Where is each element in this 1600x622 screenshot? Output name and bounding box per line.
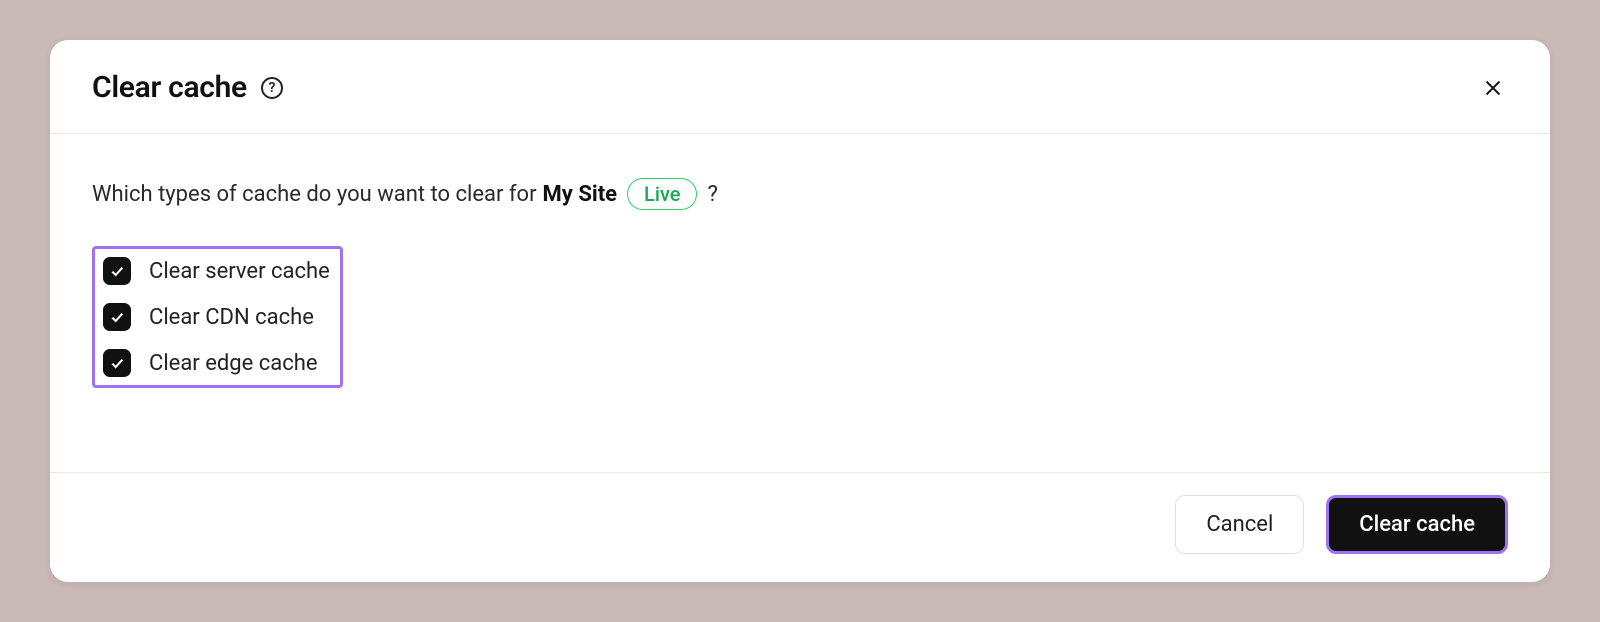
check-icon [109,355,125,371]
site-name: My Site [543,182,618,207]
checkbox-icon [103,257,131,285]
dialog-footer: Cancel Clear cache [50,472,1550,582]
option-clear-server-cache[interactable]: Clear server cache [103,257,330,285]
help-icon[interactable]: ? [261,77,283,99]
prompt-suffix: ? [707,182,717,207]
checkbox-icon [103,303,131,331]
clear-cache-dialog: Clear cache ? Which types of cache do yo… [50,40,1550,582]
dialog-body: Which types of cache do you want to clea… [50,134,1550,472]
dialog-header: Clear cache ? [50,40,1550,134]
cancel-button[interactable]: Cancel [1175,495,1304,554]
clear-cache-button[interactable]: Clear cache [1326,495,1508,554]
title-wrap: Clear cache ? [92,70,283,105]
option-label: Clear edge cache [149,351,318,376]
checkbox-icon [103,349,131,377]
option-label: Clear server cache [149,259,330,284]
check-icon [109,309,125,325]
prompt-prefix: Which types of cache do you want to clea… [92,182,537,207]
close-button[interactable] [1478,73,1508,103]
option-clear-cdn-cache[interactable]: Clear CDN cache [103,303,330,331]
option-label: Clear CDN cache [149,305,314,330]
close-icon [1482,77,1504,99]
dialog-title: Clear cache [92,70,247,105]
environment-badge: Live [627,178,697,210]
check-icon [109,263,125,279]
prompt-text: Which types of cache do you want to clea… [92,178,1508,210]
option-clear-edge-cache[interactable]: Clear edge cache [103,349,330,377]
cache-options-group: Clear server cache Clear CDN cache Clear… [92,246,343,388]
